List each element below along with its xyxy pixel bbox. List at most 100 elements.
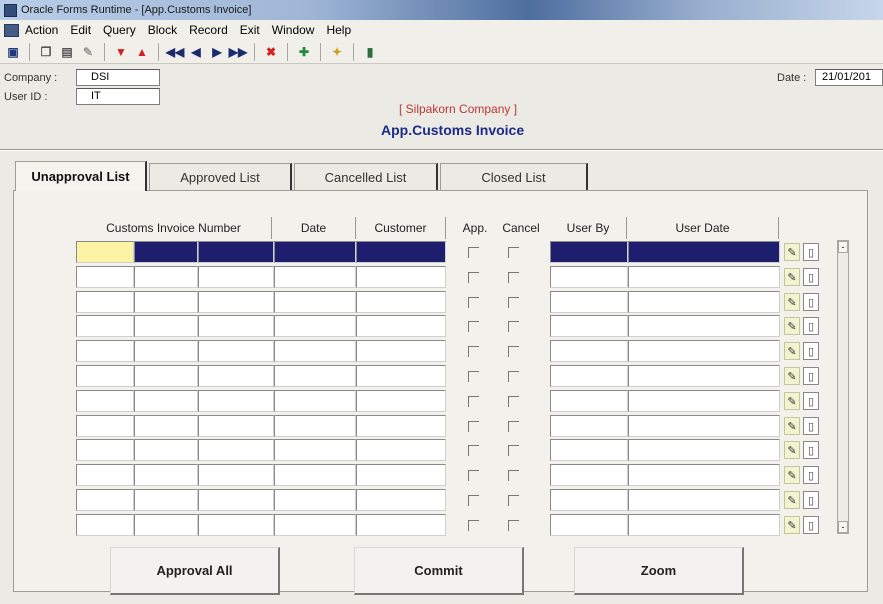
date-cell[interactable] <box>274 266 356 288</box>
tab-unapproval-list[interactable]: Unapproval List <box>15 161 147 191</box>
date-cell[interactable] <box>274 464 356 486</box>
customer-cell[interactable] <box>356 241 446 263</box>
user-date-cell[interactable] <box>628 514 780 536</box>
number-prefix-cell[interactable] <box>76 266 134 288</box>
customer-cell[interactable] <box>356 365 446 387</box>
user-date-cell[interactable] <box>628 365 780 387</box>
cancel-checkbox[interactable] <box>508 321 519 332</box>
date-cell[interactable] <box>274 489 356 511</box>
number-cell[interactable] <box>134 489 198 511</box>
view-document-icon[interactable]: ▯ <box>803 243 819 261</box>
cancel-checkbox[interactable] <box>508 470 519 481</box>
user-by-cell[interactable] <box>550 464 628 486</box>
number-prefix-cell[interactable] <box>76 514 134 536</box>
date-cell[interactable] <box>274 291 356 313</box>
view-document-icon[interactable]: ▯ <box>803 342 819 360</box>
number-prefix-cell[interactable] <box>76 489 134 511</box>
view-document-icon[interactable]: ▯ <box>803 441 819 459</box>
app-checkbox[interactable] <box>468 396 479 407</box>
cancel-checkbox[interactable] <box>508 396 519 407</box>
menu-help[interactable]: Help <box>326 23 351 37</box>
user-by-cell[interactable] <box>550 390 628 412</box>
cancel-checkbox[interactable] <box>508 520 519 531</box>
prev-block-icon[interactable]: ▼ <box>112 43 130 61</box>
delete-record-icon[interactable]: ✖ <box>262 43 280 61</box>
date-cell[interactable] <box>274 439 356 461</box>
user-by-cell[interactable] <box>550 340 628 362</box>
number-prefix-cell[interactable] <box>76 315 134 337</box>
edit-record-icon[interactable]: ✎ <box>784 491 800 509</box>
date-field[interactable]: 21/01/201 <box>815 69 883 86</box>
menu-block[interactable]: Block <box>148 23 177 37</box>
date-cell[interactable] <box>274 390 356 412</box>
user-date-cell[interactable] <box>628 291 780 313</box>
number-suffix-cell[interactable] <box>198 340 274 362</box>
save-icon[interactable]: ▣ <box>4 43 22 61</box>
customer-cell[interactable] <box>356 291 446 313</box>
number-prefix-cell[interactable] <box>76 464 134 486</box>
cancel-checkbox[interactable] <box>508 346 519 357</box>
number-prefix-cell[interactable] <box>76 390 134 412</box>
view-document-icon[interactable]: ▯ <box>803 417 819 435</box>
user-date-cell[interactable] <box>628 266 780 288</box>
cancel-checkbox[interactable] <box>508 247 519 258</box>
next-record-icon[interactable]: ▶ <box>208 43 226 61</box>
date-cell[interactable] <box>274 514 356 536</box>
number-prefix-cell[interactable] <box>76 415 134 437</box>
number-cell[interactable] <box>134 241 198 263</box>
user-by-cell[interactable] <box>550 514 628 536</box>
view-document-icon[interactable]: ▯ <box>803 392 819 410</box>
scroll-up-icon[interactable]: - <box>838 241 848 253</box>
user-date-cell[interactable] <box>628 489 780 511</box>
number-suffix-cell[interactable] <box>198 315 274 337</box>
app-checkbox[interactable] <box>468 272 479 283</box>
app-checkbox[interactable] <box>468 520 479 531</box>
number-cell[interactable] <box>134 291 198 313</box>
exit-icon[interactable]: ▮ <box>361 43 379 61</box>
number-cell[interactable] <box>134 365 198 387</box>
edit-record-icon[interactable]: ✎ <box>784 317 800 335</box>
number-suffix-cell[interactable] <box>198 266 274 288</box>
prev-record-icon[interactable]: ◀ <box>187 43 205 61</box>
app-checkbox[interactable] <box>468 297 479 308</box>
date-cell[interactable] <box>274 315 356 337</box>
number-prefix-cell[interactable] <box>76 365 134 387</box>
first-record-icon[interactable]: ◀◀ <box>166 43 184 61</box>
customer-cell[interactable] <box>356 415 446 437</box>
number-cell[interactable] <box>134 514 198 536</box>
number-prefix-cell[interactable] <box>76 241 134 263</box>
app-checkbox[interactable] <box>468 371 479 382</box>
zoom-button[interactable]: Zoom <box>574 547 744 595</box>
menu-action[interactable]: Action <box>25 23 58 37</box>
user-date-cell[interactable] <box>628 439 780 461</box>
edit-record-icon[interactable]: ✎ <box>784 342 800 360</box>
user-by-cell[interactable] <box>550 315 628 337</box>
number-cell[interactable] <box>134 315 198 337</box>
edit-record-icon[interactable]: ✎ <box>784 417 800 435</box>
number-suffix-cell[interactable] <box>198 464 274 486</box>
userid-field[interactable]: IT <box>76 88 160 105</box>
customer-cell[interactable] <box>356 489 446 511</box>
cancel-checkbox[interactable] <box>508 272 519 283</box>
app-checkbox[interactable] <box>468 421 479 432</box>
user-date-cell[interactable] <box>628 315 780 337</box>
edit-record-icon[interactable]: ✎ <box>784 441 800 459</box>
view-document-icon[interactable]: ▯ <box>803 317 819 335</box>
customer-cell[interactable] <box>356 464 446 486</box>
approval-all-button[interactable]: Approval All <box>110 547 280 595</box>
menu-exit[interactable]: Exit <box>240 23 260 37</box>
cancel-checkbox[interactable] <box>508 421 519 432</box>
next-block-icon[interactable]: ▲ <box>133 43 151 61</box>
menu-query[interactable]: Query <box>103 23 136 37</box>
number-prefix-cell[interactable] <box>76 340 134 362</box>
tab-closed-list[interactable]: Closed List <box>440 163 588 191</box>
app-checkbox[interactable] <box>468 247 479 258</box>
menu-edit[interactable]: Edit <box>70 23 91 37</box>
date-cell[interactable] <box>274 365 356 387</box>
company-field[interactable]: DSI <box>76 69 160 86</box>
scroll-down-icon[interactable]: - <box>838 521 848 533</box>
date-cell[interactable] <box>274 415 356 437</box>
number-suffix-cell[interactable] <box>198 241 274 263</box>
user-by-cell[interactable] <box>550 489 628 511</box>
edit-record-icon[interactable]: ✎ <box>784 243 800 261</box>
